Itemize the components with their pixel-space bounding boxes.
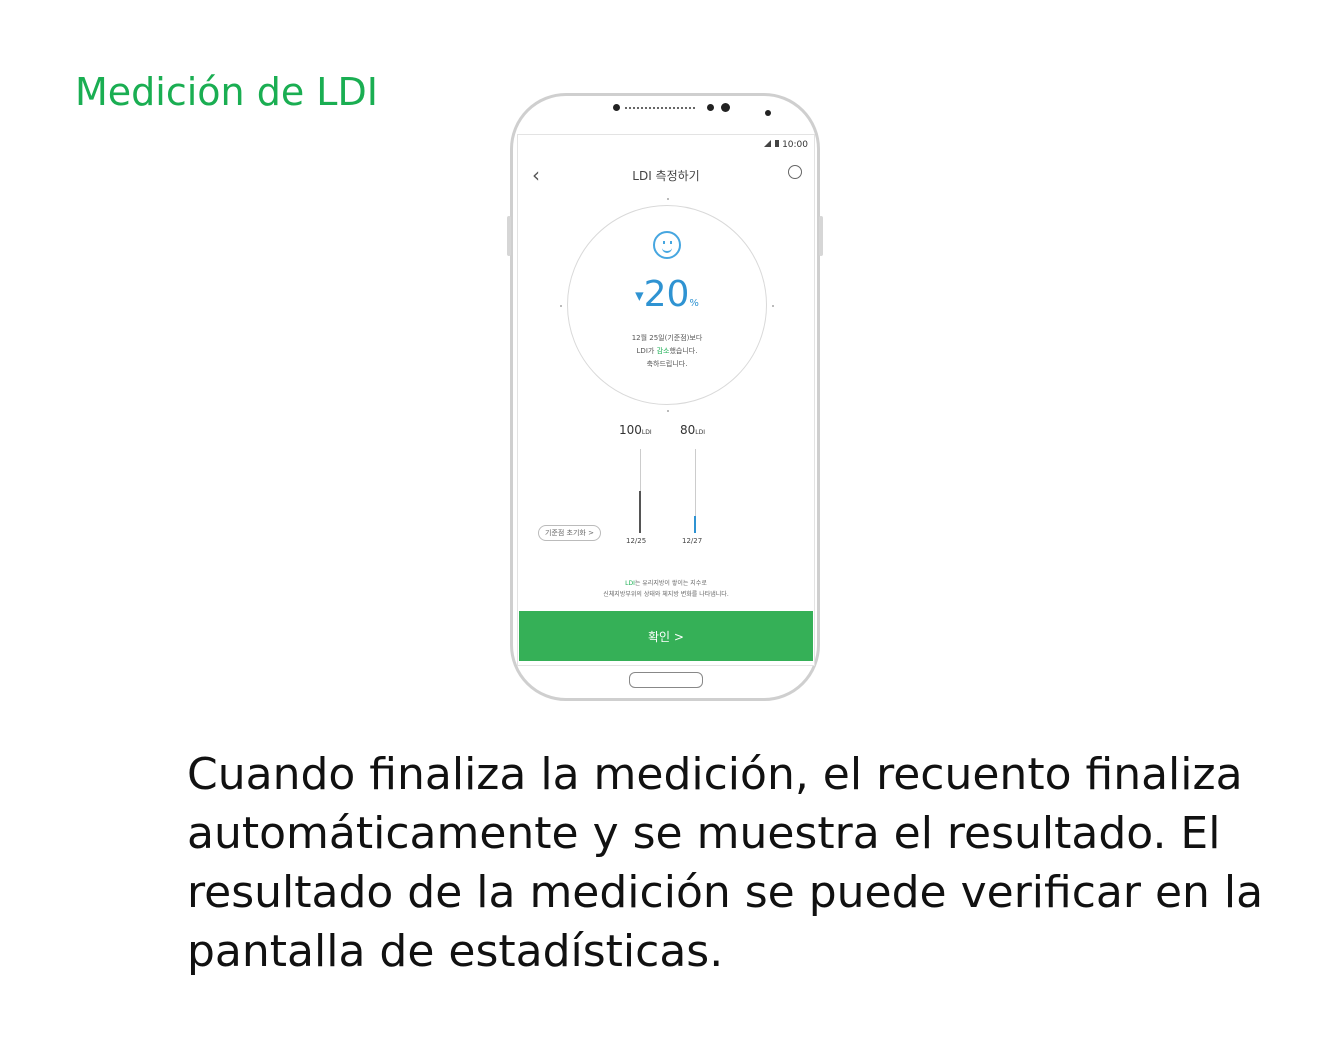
dial-tick [667,410,669,412]
percent-change: ▼20% [568,274,766,315]
power-button [819,216,823,256]
volume-button [507,216,511,256]
app-bar: ‹ LDI 측정하기 [518,157,814,197]
result-message: 12월 25일(기준점)보다 LDI가 감소했습니다. 축하드립니다. [568,332,766,371]
app-title: LDI 측정하기 [632,169,700,183]
message-line2: LDI가 감소했습니다. [636,347,698,355]
front-camera [721,103,730,112]
result-circle: ▼20% 12월 25일(기준점)보다 LDI가 감소했습니다. 축하드립니다. [560,198,774,412]
battery-icon [775,140,780,147]
percent-value: 20 [643,274,690,315]
speaker-grille [625,107,695,111]
bar1-fill [639,491,641,533]
bar2-fill [694,516,696,533]
signal-icon [764,140,772,147]
status-time: 10:00 [782,140,808,150]
message-line3: 축하드립니다. [646,360,688,368]
ldi-comparison: 100LDI 80LDI 기준점 초기화 > 12/25 12/27 [518,423,814,563]
message-line1: 12월 25일(기준점)보다 [631,334,703,342]
caption-text: Cuando finaliza la medición, el recuento… [187,749,1264,977]
app-screen: 10:00 ‹ LDI 측정하기 ▼20% 12월 25일(기준점)보다 LDI… [517,134,815,666]
proximity-sensor [765,110,771,116]
bar1-value: 100LDI [619,423,652,437]
confirm-button[interactable]: 확인 > [519,611,813,661]
sensor-dot [613,104,620,111]
status-bar: 10:00 [764,140,808,150]
down-arrow-icon: ▼ [635,289,644,303]
ldi-note: LDI는 유리지방이 쌓이는 지수로 신체지방부위의 상태와 체지방 변화를 나… [603,580,729,598]
bar2-date: 12/27 [682,537,703,545]
dial-tick [667,198,669,200]
dial-tick [560,305,562,307]
sensor-dot [707,104,714,111]
bar1-date: 12/25 [626,537,647,545]
dial-tick [772,305,774,307]
reset-baseline-button[interactable]: 기준점 초기화 > [538,525,601,541]
page-title: Medición de LDI [75,70,378,114]
earpiece [613,103,771,116]
alarm-icon[interactable] [788,165,802,179]
smile-icon [653,231,681,259]
percent-unit: % [689,298,699,309]
home-button[interactable] [629,672,703,688]
phone-mockup: 10:00 ‹ LDI 측정하기 ▼20% 12월 25일(기준점)보다 LDI… [507,93,823,701]
bar2-value: 80LDI [680,423,706,437]
